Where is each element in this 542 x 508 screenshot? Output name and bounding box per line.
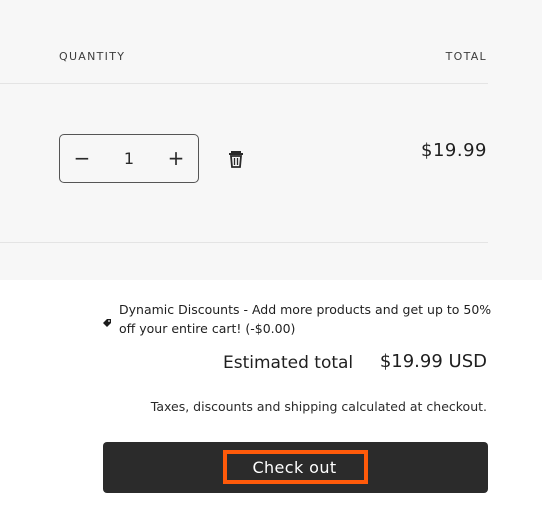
decrease-quantity-button[interactable]: − <box>60 135 104 182</box>
line-item-price: $19.99 <box>421 140 487 161</box>
items-divider <box>0 242 488 243</box>
trash-icon[interactable] <box>228 150 244 168</box>
header-divider <box>0 83 488 84</box>
tag-icon <box>102 313 112 327</box>
checkout-button[interactable]: Check out <box>103 442 488 493</box>
quantity-column-header: QUANTITY <box>59 50 126 63</box>
cart-items-section: QUANTITY TOTAL − + $19.99 <box>0 0 542 280</box>
estimated-total-label: Estimated total <box>223 353 354 373</box>
quantity-input[interactable] <box>104 135 154 182</box>
estimated-total-value: $19.99 USD <box>379 351 487 372</box>
total-column-header: TOTAL <box>445 50 487 63</box>
checkout-label: Check out <box>252 458 337 477</box>
increase-quantity-button[interactable]: + <box>154 135 198 182</box>
discount-message: Dynamic Discounts - Add more products an… <box>119 302 492 336</box>
tax-note: Taxes, discounts and shipping calculated… <box>150 399 487 414</box>
quantity-stepper: − + <box>59 134 199 183</box>
